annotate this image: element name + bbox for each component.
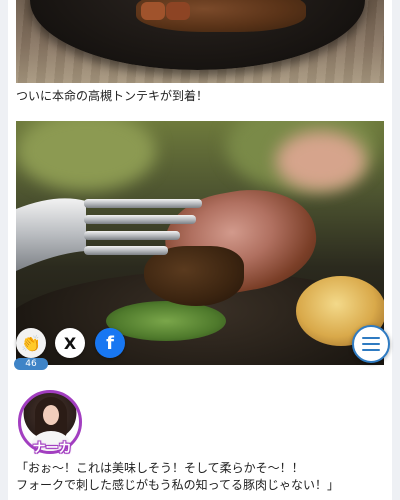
- photo-caption: ついに本命の高槻トンテキが到着！: [16, 89, 209, 103]
- page-frame-left: [0, 0, 8, 500]
- facebook-icon: f: [106, 332, 114, 354]
- share-facebook-button[interactable]: f: [95, 328, 125, 358]
- share-x-button[interactable]: X: [55, 328, 85, 358]
- fork-icon: [16, 198, 202, 271]
- speech-text: 「おぉ～！これは美味しそう！そして柔らかそ～！！ フォークで刺した感じがもう私の…: [16, 460, 386, 494]
- speech-line: 「おぉ～！これは美味しそう！そして柔らかそ～！！: [16, 461, 304, 475]
- speech-line: フォークで刺した感じがもう私の知ってる豚肉じゃない！」: [16, 478, 340, 492]
- meat-chunk: [166, 2, 190, 20]
- menu-button[interactable]: [352, 325, 390, 363]
- clap-count-badge: 46: [14, 358, 48, 370]
- vegetable-garnish: [106, 301, 226, 341]
- hamburger-menu-icon: [362, 343, 380, 345]
- hamburger-menu-icon: [362, 349, 380, 351]
- background-hand-blur: [276, 131, 366, 191]
- hamburger-menu-icon: [362, 337, 380, 339]
- page-frame-right: [392, 0, 400, 500]
- clap-button[interactable]: 👏: [16, 328, 46, 358]
- clap-icon: 👏: [21, 333, 41, 353]
- background-blur: [16, 121, 156, 191]
- dish-photo-top: [16, 0, 384, 83]
- avatar-face: [43, 405, 59, 425]
- speaker-name: ナーカ: [32, 441, 72, 456]
- meat-chunk: [141, 2, 165, 20]
- x-logo-icon: X: [63, 333, 77, 353]
